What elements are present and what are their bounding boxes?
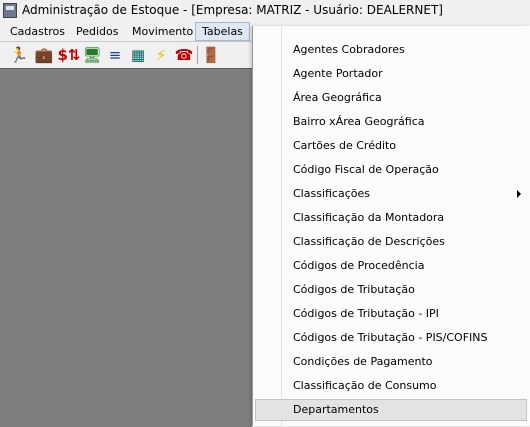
menu-item-codigos-procedencia[interactable]: Códigos de Procedência (255, 255, 527, 277)
app-icon[interactable] (3, 3, 17, 18)
menu-item-agente-portador[interactable]: Agente Portador (255, 63, 527, 85)
menu-item-cartoes-de-credito[interactable]: Cartões de Crédito (255, 135, 527, 157)
window-title: Administração de Estoque - [Empresa: MAT… (22, 3, 443, 17)
menu-item-label: Classificações (293, 187, 370, 200)
menu-item-label: Códigos de Procedência (293, 259, 425, 272)
title-bar: Administração de Estoque - [Empresa: MAT… (0, 0, 530, 23)
menu-item-departamentos[interactable]: Departamentos (255, 399, 527, 421)
menu-item-label: Agente Portador (293, 67, 383, 80)
menu-item-label: Códigos de Tributação - PIS/COFINS (293, 331, 488, 344)
menu-item-area-geografica[interactable]: Área Geográfica (255, 87, 527, 109)
menu-cadastros[interactable]: Cadastros (4, 22, 71, 41)
lightning-icon[interactable]: ⚡ (151, 45, 171, 65)
menu-item-label: Área Geográfica (293, 91, 382, 104)
menu-item-label: Cartões de Crédito (293, 139, 397, 152)
menu-item-codigo-fiscal-operacao[interactable]: Código Fiscal de Operação (255, 159, 527, 181)
monitor-icon[interactable]: 🖥 (82, 45, 102, 65)
briefcase-icon[interactable]: 💼 (34, 45, 54, 65)
menu-pedidos[interactable]: Pedidos (70, 22, 125, 41)
mdi-workspace (0, 68, 252, 427)
menu-item-label: Classificação da Montadora (293, 211, 445, 224)
menu-item-codigos-tributacao-ipi[interactable]: Códigos de Tributação - IPI (255, 303, 527, 325)
menu-item-label: Código Fiscal de Operação (293, 163, 439, 176)
menu-tabelas[interactable]: Tabelas (195, 22, 250, 41)
menu-item-classificacao-consumo[interactable]: Classificação de Consumo (255, 375, 527, 397)
menu-item-classificacao-descricoes[interactable]: Classificação de Descrições (255, 231, 527, 253)
toolbar-separator (197, 46, 198, 64)
menu-item-label: Classificação de Descrições (293, 235, 445, 248)
telephone-icon[interactable]: ☎ (174, 45, 194, 65)
submenu-arrow-icon (517, 190, 521, 198)
menu-item-classificacoes[interactable]: Classificações (255, 183, 527, 205)
calculator-icon[interactable]: ▦ (128, 45, 148, 65)
menu-item-codigos-tributacao[interactable]: Códigos de Tributação (255, 279, 527, 301)
menu-item-label: Códigos de Tributação (293, 283, 415, 296)
menu-item-label: Agentes Cobradores (293, 43, 405, 56)
menu-item-condicoes-pagamento[interactable]: Condições de Pagamento (255, 351, 527, 373)
menu-item-bairro-area-geografica[interactable]: Bairro xÁrea Geográfica (255, 111, 527, 133)
running-man-icon[interactable]: 🏃 (9, 45, 29, 65)
menu-item-label: Bairro xÁrea Geográfica (293, 115, 425, 128)
menu-item-classificacao-montadora[interactable]: Classificação da Montadora (255, 207, 527, 229)
dollar-swap-icon[interactable]: $⇅ (58, 45, 81, 65)
menu-item-agentes-cobradores[interactable]: Agentes Cobradores (255, 39, 527, 61)
menu-movimento[interactable]: Movimento (126, 22, 199, 41)
menu-item-label: Classificação de Consumo (293, 379, 437, 392)
menu-item-label: Condições de Pagamento (293, 355, 433, 368)
tabelas-dropdown-menu: Agentes Cobradores Agente Portador Área … (252, 26, 530, 426)
menu-item-label: Códigos de Tributação - IPI (293, 307, 439, 320)
exit-door-icon[interactable]: 🚪 (201, 45, 221, 65)
menu-item-codigos-tributacao-pis-cofins[interactable]: Códigos de Tributação - PIS/COFINS (255, 327, 527, 349)
list-icon[interactable]: ≡ (105, 45, 125, 65)
menu-item-label: Departamentos (293, 403, 379, 416)
